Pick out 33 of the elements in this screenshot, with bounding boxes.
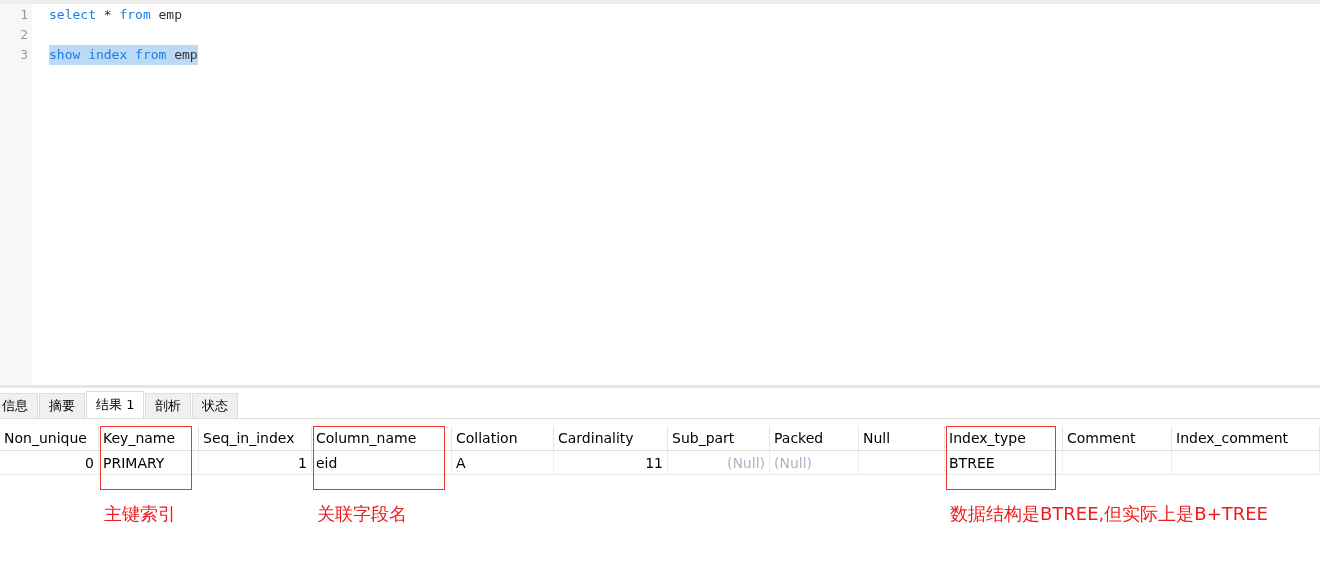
column-header[interactable]: Index_comment: [1172, 426, 1320, 451]
result-tab[interactable]: 摘要: [39, 393, 85, 418]
line-number: 2: [19, 26, 29, 44]
result-tab[interactable]: 剖析: [145, 393, 192, 418]
table-cell: eid: [312, 451, 452, 475]
table-cell: (Null): [668, 451, 770, 475]
column-header[interactable]: Column_name: [312, 426, 452, 451]
column-header[interactable]: Null: [859, 426, 945, 451]
column-header[interactable]: Packed: [770, 426, 859, 451]
table-cell: (Null): [770, 451, 859, 475]
table-cell: BTREE: [945, 451, 1063, 475]
line-number: 1: [19, 6, 29, 24]
code-line: select * from emp: [49, 6, 183, 24]
column-header[interactable]: Comment: [1063, 426, 1172, 451]
result-tab[interactable]: 结果 1: [86, 391, 145, 418]
column-header[interactable]: Index_type: [945, 426, 1063, 451]
column-header[interactable]: Key_name: [99, 426, 199, 451]
table-cell: 11: [554, 451, 668, 475]
result-tab[interactable]: 信息: [0, 393, 38, 418]
column-header[interactable]: Cardinality: [554, 426, 668, 451]
line-number: 3: [19, 46, 29, 64]
annotation-text: 数据结构是BTREE,但实际上是B+TREE: [950, 502, 1268, 526]
annotation-text: 主键索引: [104, 502, 176, 526]
column-header[interactable]: Sub_part: [668, 426, 770, 451]
table-cell: A: [452, 451, 554, 475]
table-cell: 1: [199, 451, 312, 475]
column-header[interactable]: Seq_in_index: [199, 426, 312, 451]
annotation-text: 关联字段名: [317, 502, 407, 526]
table-cell: PRIMARY: [99, 451, 199, 475]
column-header[interactable]: Collation: [452, 426, 554, 451]
result-tab[interactable]: 状态: [192, 393, 239, 418]
column-header[interactable]: Non_unique: [0, 426, 99, 451]
table-cell: 0: [0, 451, 99, 475]
